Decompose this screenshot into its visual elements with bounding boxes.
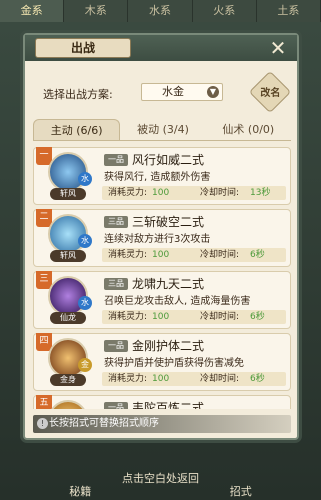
bottom-nav: 秘籍 招式 xyxy=(0,484,321,500)
cooldown-label: 冷却时间: xyxy=(200,312,240,322)
cooldown-label: 冷却时间: xyxy=(200,188,240,198)
cost-value: 100 xyxy=(152,374,170,384)
cooldown-label: 冷却时间: xyxy=(200,374,240,384)
cost-label: 消耗灵力: xyxy=(108,188,148,198)
cost-label: 消耗灵力: xyxy=(108,312,148,322)
cost-label: 消耗灵力: xyxy=(108,374,148,384)
skill-name: 三斩破空二式 xyxy=(132,215,205,229)
element-water-icon: 水 xyxy=(78,234,92,248)
cooldown-value: 6秒 xyxy=(250,374,265,384)
background-element-tabs: 金系 木系 水系 火系 土系 xyxy=(0,0,321,22)
tab-passive-skills[interactable]: 被动 (3/4) xyxy=(120,119,205,140)
element-metal-icon: 金 xyxy=(78,358,92,372)
skill-card[interactable]: 五 一品 韦陀百炼二式 xyxy=(33,395,291,409)
skill-desc: 获得护盾并使护盾获得伤害减免 xyxy=(104,358,244,369)
skill-grade: 一品 xyxy=(104,402,128,409)
cost-value: 100 xyxy=(152,250,170,260)
skill-order-badge: 五 xyxy=(36,395,52,409)
rename-label: 改名 xyxy=(260,88,281,100)
scheme-value: 水金 xyxy=(162,85,184,98)
info-icon: ! xyxy=(37,418,48,429)
bg-tab-water[interactable]: 水系 xyxy=(128,0,193,22)
cooldown-value: 6秒 xyxy=(250,250,265,260)
bg-tab-earth[interactable]: 土系 xyxy=(257,0,321,22)
hint-bar: ! 长按招式可替换招式顺序 xyxy=(33,415,291,433)
skill-card[interactable]: 四 金身 金 一品 金刚护体二式 获得护盾并使护盾获得伤害减免 消耗灵力: 10… xyxy=(33,333,291,391)
skill-desc: 连续对敌方进行3次攻击 xyxy=(104,234,211,245)
bottom-tab-moves[interactable]: 招式 xyxy=(230,484,252,500)
skill-name: 金刚护体二式 xyxy=(132,339,205,353)
skill-stats: 消耗灵力: 100 冷却时间: 6秒 xyxy=(102,310,286,324)
skill-name: 风行如威二式 xyxy=(132,153,205,167)
skill-stats: 消耗灵力: 100 冷却时间: 6秒 xyxy=(102,372,286,386)
skill-name: 龙啸九天二式 xyxy=(132,277,205,291)
cooldown-value: 13秒 xyxy=(250,188,271,198)
skill-card[interactable]: 三 仙龙 水 三品 龙啸九天二式 召唤巨龙攻击敌人, 造成海量伤害 消耗灵力: … xyxy=(33,271,291,329)
cooldown-value: 6秒 xyxy=(250,312,265,322)
skill-grade: 三品 xyxy=(104,278,128,290)
bg-tab-fire[interactable]: 火系 xyxy=(193,0,257,22)
skill-name: 韦陀百炼二式 xyxy=(132,401,205,409)
skill-avatar xyxy=(48,400,88,409)
skill-grade: 三品 xyxy=(104,216,128,228)
skill-avatar-name: 金身 xyxy=(50,374,86,386)
skill-desc: 召唤巨龙攻击敌人, 造成海量伤害 xyxy=(104,296,251,307)
bg-tab-wood[interactable]: 木系 xyxy=(64,0,129,22)
scheme-label: 选择出战方案: xyxy=(43,88,113,101)
skill-list[interactable]: 一 轩风 水 一品 风行如威二式 获得风行, 造成额外伤害 消耗灵力: 100 … xyxy=(33,147,291,409)
cooldown-label: 冷却时间: xyxy=(200,250,240,260)
skill-grade: 一品 xyxy=(104,154,128,166)
bg-tab-metal[interactable]: 金系 xyxy=(0,0,65,22)
scheme-row: 选择出战方案: 水金 ▼ xyxy=(43,83,243,101)
battle-modal: 出战 ✕ 选择出战方案: 水金 ▼ 改名 主动 (6/6) 被动 (3/4) 仙… xyxy=(23,33,299,440)
bottom-tab-manuals[interactable]: 秘籍 xyxy=(69,484,91,500)
skill-avatar-name: 仙龙 xyxy=(50,312,86,324)
skill-card[interactable]: 二 轩风 水 三品 三斩破空二式 连续对敌方进行3次攻击 消耗灵力: 100 冷… xyxy=(33,209,291,267)
element-water-icon: 水 xyxy=(78,296,92,310)
cost-value: 100 xyxy=(152,188,170,198)
skill-desc: 获得风行, 造成额外伤害 xyxy=(104,172,211,183)
cost-label: 消耗灵力: xyxy=(108,250,148,260)
skill-avatar-name: 轩风 xyxy=(50,250,86,262)
rename-button[interactable]: 改名 xyxy=(248,70,292,114)
tab-immortal-arts[interactable]: 仙术 (0/0) xyxy=(206,119,291,140)
hint-text: 长按招式可替换招式顺序 xyxy=(49,418,159,429)
chevron-down-icon: ▼ xyxy=(207,86,219,98)
scheme-dropdown[interactable]: 水金 ▼ xyxy=(141,83,223,101)
skill-tabs: 主动 (6/6) 被动 (3/4) 仙术 (0/0) xyxy=(33,119,291,141)
modal-title: 出战 xyxy=(35,38,131,58)
skill-card[interactable]: 一 轩风 水 一品 风行如威二式 获得风行, 造成额外伤害 消耗灵力: 100 … xyxy=(33,147,291,205)
element-water-icon: 水 xyxy=(78,172,92,186)
tab-active-skills[interactable]: 主动 (6/6) xyxy=(33,119,121,140)
skill-stats: 消耗灵力: 100 冷却时间: 6秒 xyxy=(102,248,286,262)
skill-grade: 一品 xyxy=(104,340,128,352)
close-icon[interactable]: ✕ xyxy=(267,37,289,59)
modal-header: 出战 ✕ xyxy=(25,35,297,61)
skill-stats: 消耗灵力: 100 冷却时间: 13秒 xyxy=(102,186,286,200)
cost-value: 100 xyxy=(152,312,170,322)
skill-avatar-name: 轩风 xyxy=(50,188,86,200)
